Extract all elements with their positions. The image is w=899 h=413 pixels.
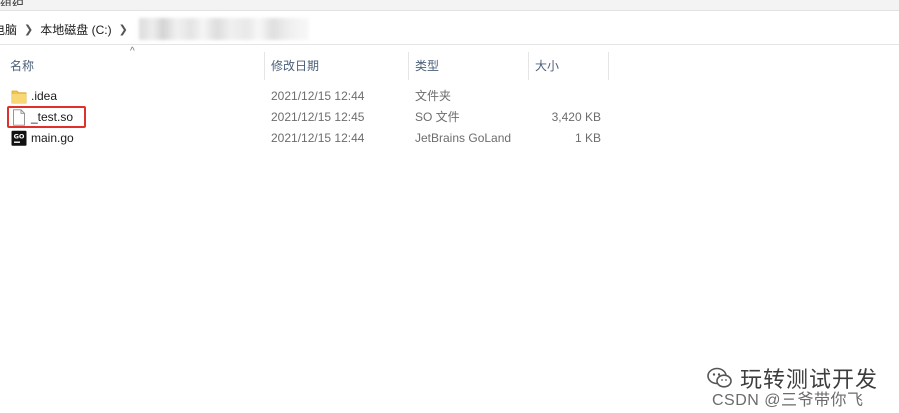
- column-header-row: 名称 修改日期 类型 大小: [0, 52, 899, 80]
- highlight-annotation: [7, 106, 86, 128]
- column-header-date[interactable]: 修改日期: [264, 52, 408, 80]
- chevron-right-icon[interactable]: ❯: [24, 23, 33, 36]
- file-size: [530, 86, 601, 107]
- file-type: 文件夹: [415, 89, 452, 103]
- file-list: .idea 2021/12/15 12:44 文件夹 _test.so 2021…: [0, 86, 899, 149]
- file-date: 2021/12/15 12:44: [271, 89, 365, 103]
- svg-text:GO: GO: [14, 133, 25, 141]
- file-size: 3,420 KB: [551, 110, 601, 124]
- watermark-credit: CSDN @三爷带你飞: [712, 392, 864, 409]
- breadcrumb-local-disk[interactable]: 本地磁盘 (C:): [40, 21, 111, 38]
- column-header-size[interactable]: 大小: [528, 52, 608, 80]
- file-name: main.go: [31, 131, 74, 145]
- file-date: 2021/12/15 12:45: [271, 110, 365, 124]
- file-name: .idea: [31, 89, 58, 103]
- file-row-test-so[interactable]: _test.so 2021/12/15 12:45 SO 文件 3,420 KB: [0, 107, 620, 128]
- file-type: SO 文件: [415, 110, 460, 124]
- chevron-right-icon[interactable]: ❯: [119, 23, 128, 36]
- file-row-idea[interactable]: .idea 2021/12/15 12:44 文件夹: [0, 86, 620, 107]
- folder-icon: [11, 90, 27, 104]
- file-type: JetBrains GoLand: [415, 131, 512, 145]
- window-title-fragment: 组织: [0, 0, 34, 6]
- column-header-type[interactable]: 类型: [408, 52, 528, 80]
- title-strip: 组织: [0, 0, 899, 11]
- column-header-name[interactable]: 名称: [3, 52, 263, 80]
- redacted-path: [138, 18, 309, 40]
- address-bar[interactable]: 电脑 ❯ 本地磁盘 (C:) ❯: [0, 14, 899, 45]
- breadcrumb-this-pc[interactable]: 电脑: [0, 21, 17, 38]
- file-row-main-go[interactable]: GO main.go 2021/12/15 12:44 JetBrains Go…: [0, 128, 620, 149]
- file-date: 2021/12/15 12:44: [271, 131, 365, 145]
- column-divider[interactable]: [608, 52, 609, 80]
- goland-file-icon: GO: [11, 130, 27, 146]
- file-size: 1 KB: [574, 131, 601, 145]
